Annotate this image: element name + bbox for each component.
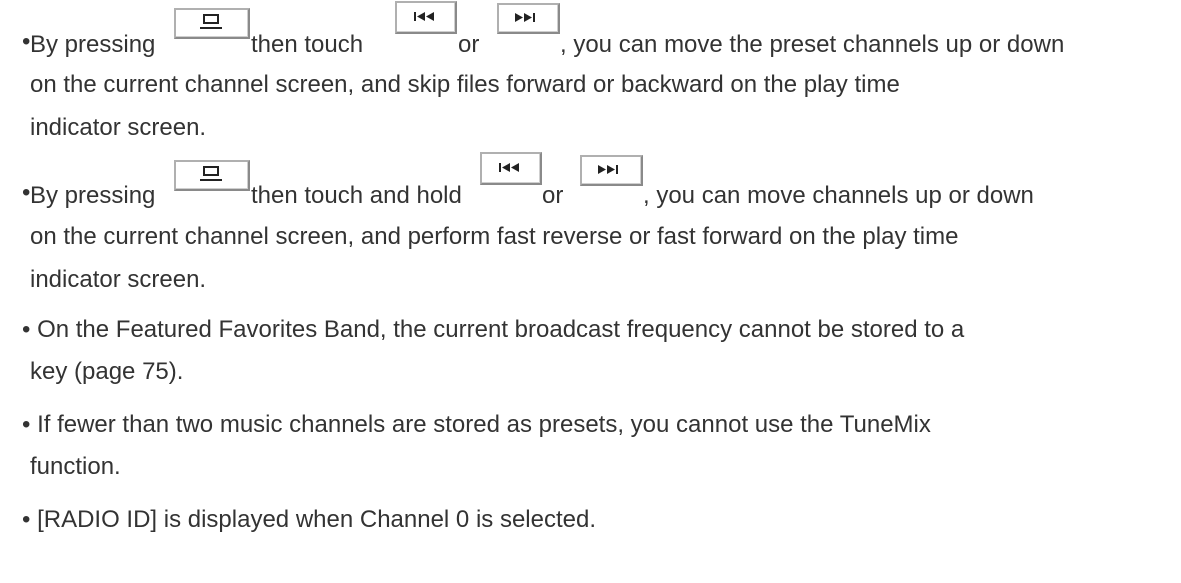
- item-3-line-2: key (page 75).: [30, 358, 184, 385]
- item-4-line-1: • If fewer than two music channels are s…: [22, 411, 931, 438]
- skip-forward-icon: [497, 3, 560, 34]
- item-5-line-1: • [RADIO ID] is displayed when Channel 0…: [22, 506, 597, 533]
- item-4-line-2: function.: [30, 453, 121, 480]
- item-1-text-a: By pressing: [30, 31, 156, 58]
- item-1-line-3: indicator screen.: [30, 114, 207, 141]
- item-2-text-a: By pressing: [30, 182, 156, 209]
- display-icon: [174, 160, 250, 191]
- display-icon: [174, 8, 250, 39]
- item-2-text-d: , you can move channels up or down: [643, 182, 1034, 209]
- item-2-line-2: on the current channel screen, and perfo…: [30, 223, 959, 250]
- skip-forward-icon: [580, 155, 643, 186]
- item-1-text-b: then touch: [251, 31, 364, 58]
- item-2-line-3: indicator screen.: [30, 266, 207, 293]
- item-1-text-c: or: [458, 31, 480, 58]
- item-1-text-d: , you can move the preset channels up or…: [560, 31, 1065, 58]
- skip-back-icon: [395, 1, 457, 34]
- skip-back-icon: [480, 152, 542, 185]
- item-1-line-2: on the current channel screen, and skip …: [30, 71, 900, 98]
- item-2-text-c: or: [542, 182, 564, 209]
- item-2-text-b: then touch and hold: [251, 182, 462, 209]
- item-3-line-1: • On the Featured Favorites Band, the cu…: [22, 316, 965, 343]
